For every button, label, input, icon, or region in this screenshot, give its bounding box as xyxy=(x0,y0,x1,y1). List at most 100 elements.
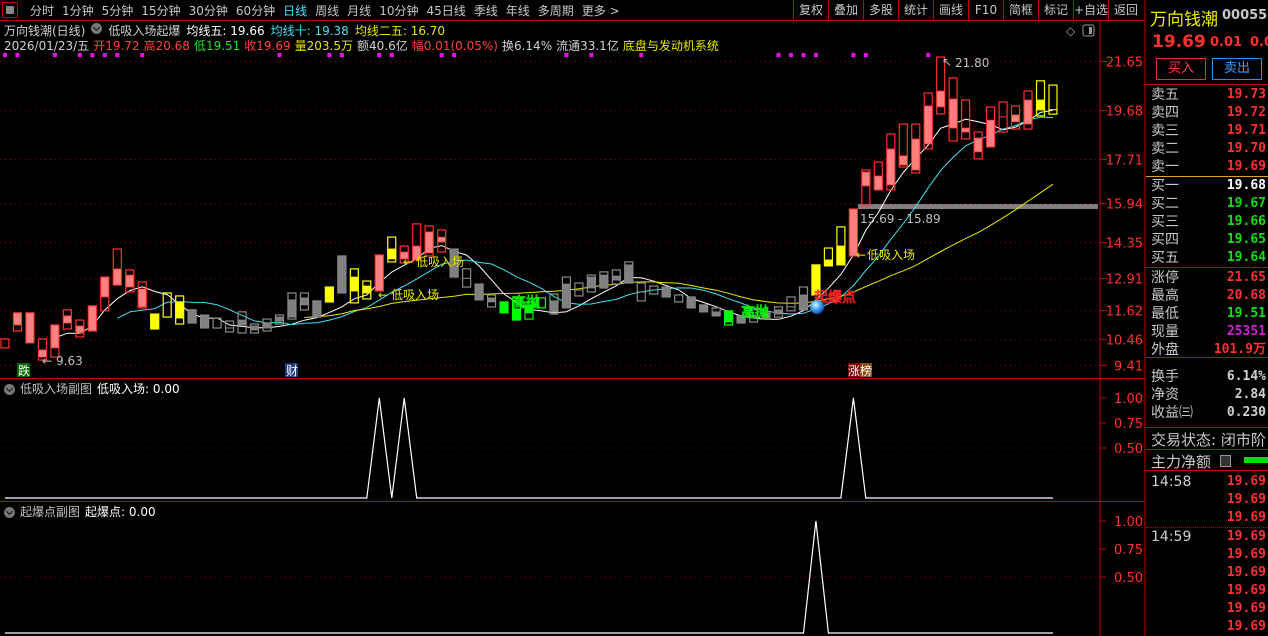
candle-body xyxy=(137,288,147,308)
ask-row-value: 19.72 xyxy=(1226,105,1266,120)
ask-row-value: 19.71 xyxy=(1226,123,1266,138)
candle-body xyxy=(150,313,160,330)
high-arrow-icon: ↖ xyxy=(942,55,952,69)
candle xyxy=(973,131,983,160)
signal-dot xyxy=(15,53,20,57)
candle-body xyxy=(936,90,946,108)
signal-dot xyxy=(115,53,120,57)
signal-dot xyxy=(788,53,793,57)
ask-row: 卖三 19.71 xyxy=(1151,122,1266,140)
candle xyxy=(823,247,834,267)
signal-dot xyxy=(452,53,457,57)
candle-body xyxy=(624,264,634,283)
signal-dot xyxy=(327,53,332,57)
candle xyxy=(75,319,85,338)
stat-row: 最低 19.51 xyxy=(1151,305,1266,323)
candle-body xyxy=(287,299,297,318)
tick-row: 19.69 xyxy=(1151,582,1266,600)
bid-row: 买五 19.64 xyxy=(1151,249,1266,267)
panel-toggle-icon[interactable] xyxy=(1082,24,1095,37)
main-flow-label: 主力净额 xyxy=(1151,453,1212,471)
low-entry-indicator-axis-label: 0.75 xyxy=(1114,417,1143,432)
rise-marker-text: 涨 xyxy=(848,363,860,378)
candle xyxy=(836,226,846,266)
tick-row-value: 19.69 xyxy=(1226,583,1266,598)
divider xyxy=(1146,427,1268,428)
ask-row-label: 卖五 xyxy=(1151,87,1179,103)
candle xyxy=(1048,84,1058,115)
candle xyxy=(674,294,684,303)
candle xyxy=(387,236,397,263)
signal-dot xyxy=(377,53,382,57)
sub2-menu-icon[interactable] xyxy=(4,507,15,518)
candle-body xyxy=(611,275,621,281)
signal-dot xyxy=(926,53,931,57)
candle xyxy=(200,314,210,329)
ask-row: 卖四 19.72 xyxy=(1151,104,1266,122)
arrow-left-icon: ← xyxy=(378,288,388,302)
candle-body xyxy=(799,294,808,311)
candle xyxy=(62,309,72,330)
candle xyxy=(50,324,60,358)
sub1-menu-icon[interactable] xyxy=(4,384,15,395)
candle-body xyxy=(661,286,671,298)
candle-body xyxy=(75,325,85,334)
tick-row-value: 19.69 xyxy=(1226,619,1266,634)
candle xyxy=(574,282,584,297)
candle xyxy=(374,254,384,292)
stat-row-value: 25351 xyxy=(1226,324,1266,339)
candle xyxy=(624,261,634,284)
candle xyxy=(798,286,809,311)
ask-row-value: 19.73 xyxy=(1226,87,1266,102)
ignite-indicator-axis-label: 1.00 xyxy=(1114,515,1143,530)
tick-row: 19.69 xyxy=(1151,546,1266,564)
price-axis-label: 21.65 xyxy=(1106,56,1143,71)
candle xyxy=(187,309,197,324)
sell-button[interactable]: 卖出 xyxy=(1212,58,1262,80)
divider xyxy=(1146,470,1268,471)
bid-row: 买一 19.68 xyxy=(1151,177,1266,195)
candle-body xyxy=(50,324,60,349)
candle-body xyxy=(300,297,309,306)
candle-body xyxy=(62,315,72,324)
bid-row-label: 买一 xyxy=(1151,178,1179,194)
candle-body xyxy=(986,119,996,148)
sub2-name[interactable]: 起爆点副图 xyxy=(20,503,80,520)
candle xyxy=(873,161,883,191)
ask-row: 卖一 19.69 xyxy=(1151,158,1266,176)
signal-dot xyxy=(140,53,145,57)
tick-row-value: 19.69 xyxy=(1226,510,1266,525)
candle-range xyxy=(786,296,796,312)
sub1-name[interactable]: 低吸入场副图 xyxy=(20,380,92,397)
candle xyxy=(312,300,322,318)
tick-row: 19.69 xyxy=(1151,600,1266,618)
kline-chart[interactable]: 21.65 19.68 17.71 15.94 14.35 12.91 11.62 10.46… xyxy=(0,0,1146,636)
stat-row-label: 涨停 xyxy=(1151,270,1179,286)
candle xyxy=(611,269,621,285)
candle-body xyxy=(1023,99,1033,125)
price-band xyxy=(858,204,1098,210)
price-axis-label: 17.71 xyxy=(1106,154,1143,169)
stat-row: 涨停 21.65 xyxy=(1151,269,1266,287)
candle-body xyxy=(586,276,596,289)
candle xyxy=(499,301,509,314)
candle-body xyxy=(562,283,571,308)
price-axis-label: 14.35 xyxy=(1106,237,1143,252)
low-entry-indicator-axis-label: 0.50 xyxy=(1114,442,1143,457)
candle-body xyxy=(774,309,783,315)
stat-row: 现量 25351 xyxy=(1151,323,1266,341)
ask-row-label: 卖一 xyxy=(1151,159,1179,175)
signal-dot xyxy=(589,53,594,57)
buy-button[interactable]: 买入 xyxy=(1156,58,1206,80)
list-icon[interactable] xyxy=(1220,455,1231,467)
ask-row-label: 卖四 xyxy=(1151,105,1179,121)
divider xyxy=(1146,84,1268,85)
sub1-header: 低吸入场副图 低吸入场: 0.00 xyxy=(4,380,180,397)
candle xyxy=(724,310,734,326)
candle-body xyxy=(886,148,896,186)
ask-row-value: 19.69 xyxy=(1226,159,1266,174)
candle-body xyxy=(549,300,559,313)
candle-body xyxy=(312,300,322,318)
signal-dot xyxy=(339,53,344,57)
diamond-icon[interactable]: ◇ xyxy=(1066,24,1076,38)
